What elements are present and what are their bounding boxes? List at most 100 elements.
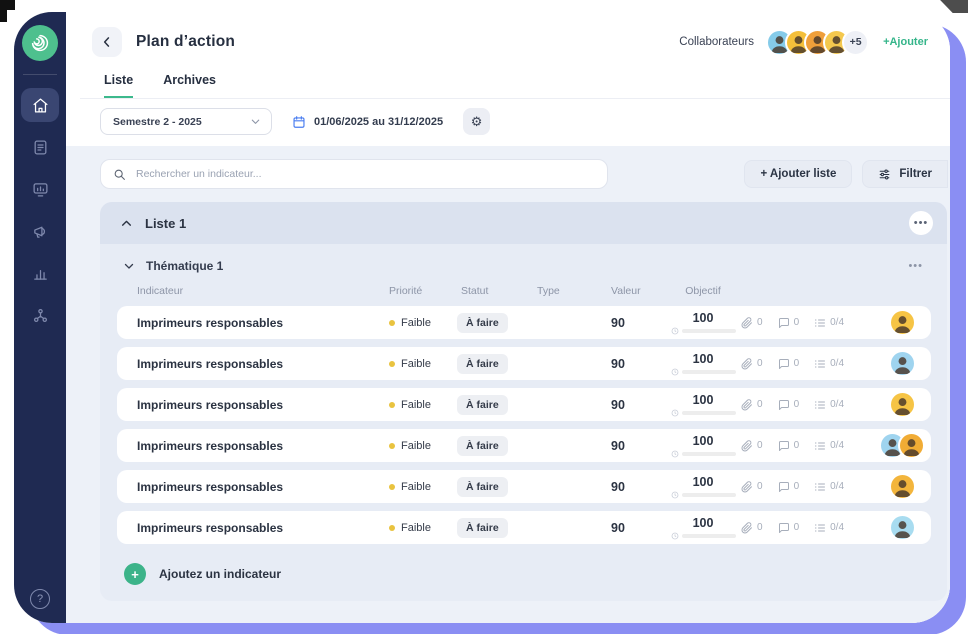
tab-liste[interactable]: Liste — [104, 73, 133, 98]
sidebar-divider — [23, 74, 57, 75]
tab-archives[interactable]: Archives — [163, 73, 216, 98]
indicator-row[interactable]: Imprimeurs responsables Faible À faire 9… — [117, 511, 931, 544]
comments-count[interactable]: 0 — [778, 440, 800, 452]
theme-more-button[interactable]: ••• — [908, 260, 923, 272]
value-cell: 90 — [599, 357, 665, 371]
attachments-count[interactable]: 0 — [741, 317, 763, 329]
checklist-icon — [814, 522, 826, 534]
desktop-corner-artifact — [0, 10, 7, 22]
clock-icon — [671, 450, 679, 458]
period-select[interactable]: Semestre 2 - 2025 — [100, 108, 272, 135]
list-more-button[interactable]: ••• — [909, 211, 933, 235]
paperclip-icon — [741, 358, 753, 370]
column-type: Type — [525, 285, 599, 297]
indicator-name: Imprimeurs responsables — [117, 398, 377, 412]
checklist-count[interactable]: 0/4 — [814, 440, 844, 452]
objective-cell: 100 — [665, 475, 741, 499]
screen-icon — [32, 181, 49, 198]
checklist-count[interactable]: 0/4 — [814, 358, 844, 370]
priority-dot-icon — [389, 361, 395, 367]
assignee-avatars — [873, 473, 931, 500]
help-button[interactable]: ? — [30, 589, 50, 609]
assignee-avatars — [873, 309, 931, 336]
collaborators-group: Collaborateurs +5 +Ajouter — [679, 29, 928, 56]
add-collaborator-button[interactable]: +Ajouter — [883, 36, 928, 48]
checklist-icon — [814, 317, 826, 329]
attachments-count[interactable]: 0 — [741, 440, 763, 452]
sidebar-item-statistics[interactable] — [21, 256, 59, 290]
sidebar-item-home[interactable] — [21, 88, 59, 122]
value-cell: 90 — [599, 398, 665, 412]
comments-count[interactable]: 0 — [778, 358, 800, 370]
comments-count[interactable]: 0 — [778, 522, 800, 534]
indicator-row[interactable]: Imprimeurs responsables Faible À faire 9… — [117, 470, 931, 503]
list-panel: Liste 1 ••• Thématique 1 ••• — [100, 202, 947, 601]
chevron-down-icon — [250, 116, 261, 127]
search-box[interactable] — [100, 159, 608, 189]
attachments-count[interactable]: 0 — [741, 399, 763, 411]
avatar — [889, 514, 916, 541]
list-body: Thématique 1 ••• Indicateur Priorité Sta… — [100, 244, 947, 601]
settings-button[interactable]: ⚙ — [463, 108, 490, 135]
column-indicateur: Indicateur — [117, 285, 377, 297]
objective-progress — [671, 409, 736, 417]
priority-dot-icon — [389, 443, 395, 449]
priority-dot-icon — [389, 402, 395, 408]
sidebar-item-dashboard[interactable] — [21, 172, 59, 206]
checklist-count[interactable]: 0/4 — [814, 522, 844, 534]
checklist-count[interactable]: 0/4 — [814, 481, 844, 493]
content-area: + Ajouter liste Filtrer Liste 1 ••• — [66, 146, 950, 623]
sidebar-item-network[interactable] — [21, 298, 59, 332]
search-input[interactable] — [136, 168, 595, 180]
objective-value: 100 — [693, 352, 714, 366]
indicator-row[interactable]: Imprimeurs responsables Faible À faire 9… — [117, 429, 931, 462]
add-indicator-button[interactable]: + Ajoutez un indicateur — [117, 552, 931, 591]
filter-button[interactable]: Filtrer — [862, 160, 948, 188]
sidebar-item-communication[interactable] — [21, 214, 59, 248]
back-button[interactable] — [92, 27, 122, 57]
clock-icon — [671, 368, 679, 376]
assignee-avatars — [873, 514, 931, 541]
date-range-picker[interactable]: 01/06/2025 au 31/12/2025 — [292, 115, 443, 129]
spiral-logo-icon — [28, 31, 52, 55]
objective-cell: 100 — [665, 434, 741, 458]
comment-icon — [778, 522, 790, 534]
objective-progress — [671, 450, 736, 458]
status-cell: À faire — [449, 313, 525, 333]
objective-progress — [671, 491, 736, 499]
app-logo — [22, 25, 58, 61]
list-header[interactable]: Liste 1 ••• — [100, 202, 947, 244]
collaborators-overflow-badge[interactable]: +5 — [842, 29, 869, 56]
comments-count[interactable]: 0 — [778, 399, 800, 411]
avatar — [889, 473, 916, 500]
objective-progress — [671, 368, 736, 376]
chevron-up-icon[interactable] — [120, 217, 133, 230]
attachments-count[interactable]: 0 — [741, 481, 763, 493]
row-meta-icons: 0 0 0/4 — [741, 399, 873, 411]
objective-value: 100 — [693, 434, 714, 448]
attachments-count[interactable]: 0 — [741, 522, 763, 534]
comments-count[interactable]: 0 — [778, 317, 800, 329]
checklist-count[interactable]: 0/4 — [814, 317, 844, 329]
avatar — [889, 309, 916, 336]
add-list-button[interactable]: + Ajouter liste — [744, 160, 852, 188]
more-icon: ••• — [914, 217, 929, 229]
app-window: ? Plan d’action Collaborateurs +5 +Ajout… — [14, 12, 950, 623]
status-cell: À faire — [449, 436, 525, 456]
checklist-count[interactable]: 0/4 — [814, 399, 844, 411]
indicator-row[interactable]: Imprimeurs responsables Faible À faire 9… — [117, 347, 931, 380]
attachments-count[interactable]: 0 — [741, 358, 763, 370]
objective-progress — [671, 532, 736, 540]
priority-dot-icon — [389, 525, 395, 531]
comment-icon — [778, 481, 790, 493]
theme-row[interactable]: Thématique 1 ••• — [117, 255, 931, 283]
desktop-corner-artifact — [934, 0, 968, 13]
indicator-row[interactable]: Imprimeurs responsables Faible À faire 9… — [117, 306, 931, 339]
sidebar-item-documents[interactable] — [21, 130, 59, 164]
chevron-down-icon[interactable] — [123, 260, 135, 272]
status-badge: À faire — [457, 436, 508, 456]
assignee-avatars — [873, 432, 931, 459]
comments-count[interactable]: 0 — [778, 481, 800, 493]
value-cell: 90 — [599, 316, 665, 330]
indicator-row[interactable]: Imprimeurs responsables Faible À faire 9… — [117, 388, 931, 421]
